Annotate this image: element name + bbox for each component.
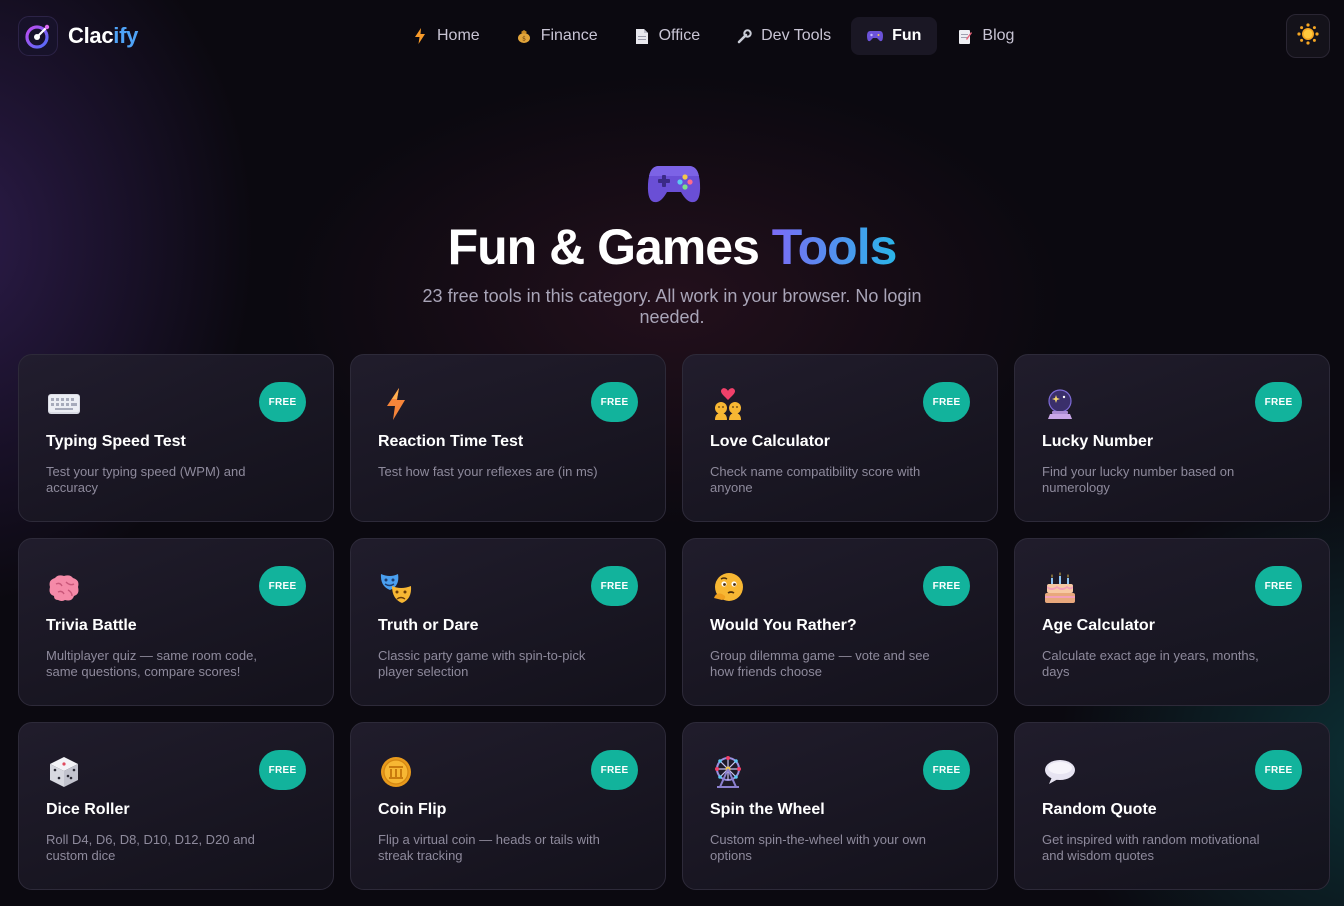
sun-icon: [1297, 22, 1319, 50]
free-badge: FREE: [923, 750, 970, 790]
coin-icon: [379, 755, 413, 789]
tool-card-would-you-rather[interactable]: FREE Would You Rather? Group dilemma gam…: [682, 538, 998, 706]
nav-label: Fun: [892, 27, 922, 44]
speech-bubble-icon: [1043, 755, 1077, 789]
tool-card-random-quote[interactable]: FREE Random Quote Get inspired with rand…: [1014, 722, 1330, 890]
tool-card-spin-the-wheel[interactable]: FREE Spin the Wheel Custom spin-the-whee…: [682, 722, 998, 890]
logo-icon: [18, 16, 58, 56]
dice-icon: [47, 755, 81, 789]
nav-label: Finance: [540, 27, 598, 44]
brand-logo[interactable]: Clacify: [18, 16, 138, 56]
free-badge: FREE: [591, 382, 638, 422]
free-badge: FREE: [591, 750, 638, 790]
tool-card-coin-flip[interactable]: FREE Coin Flip Flip a virtual coin — hea…: [350, 722, 666, 890]
free-badge: FREE: [259, 750, 306, 790]
free-badge: FREE: [1255, 382, 1302, 422]
nav-item-home[interactable]: Home: [396, 17, 496, 55]
tool-card-trivia-battle[interactable]: FREE Trivia Battle Multiplayer quiz — sa…: [18, 538, 334, 706]
tools-grid: FREE Typing Speed Test Test your typing …: [18, 354, 1330, 890]
keyboard-icon: [47, 387, 81, 421]
ferris-wheel-icon: [711, 755, 745, 789]
nav-item-office[interactable]: Office: [618, 17, 717, 55]
tool-card-love-calculator[interactable]: FREE Love Calculator Check name compatib…: [682, 354, 998, 522]
free-badge: FREE: [923, 382, 970, 422]
svg-text:$: $: [522, 36, 526, 43]
nav-links: Home $ Finance Office Dev Tools Fun Blog: [396, 17, 1030, 55]
tool-description: Group dilemma game — vote and see how fr…: [710, 648, 930, 679]
document-icon: [634, 28, 650, 44]
tool-description: Test how fast your reflexes are (in ms): [378, 464, 598, 479]
free-badge: FREE: [591, 566, 638, 606]
nav-label: Blog: [982, 27, 1015, 44]
tool-title: Coin Flip: [378, 801, 447, 818]
tool-title: Typing Speed Test: [46, 433, 186, 450]
tool-card-dice-roller[interactable]: FREE Dice Roller Roll D4, D6, D8, D10, D…: [18, 722, 334, 890]
memo-icon: [957, 28, 973, 44]
tool-description: Flip a virtual coin — heads or tails wit…: [378, 832, 600, 863]
nav-item-dev-tools[interactable]: Dev Tools: [720, 17, 847, 55]
crystal-ball-icon: [1043, 387, 1077, 421]
lightning-icon: [379, 387, 413, 421]
tool-card-age-calculator[interactable]: FREE Age Calculator Calculate exact age …: [1014, 538, 1330, 706]
couple-heart-icon: [711, 387, 745, 421]
page-title: Fun & Games Tools: [447, 219, 898, 275]
tool-title: Reaction Time Test: [378, 433, 524, 450]
nav-item-blog[interactable]: Blog: [941, 17, 1030, 55]
tool-title: Would You Rather?: [710, 617, 857, 634]
tool-description: Classic party game with spin-to-pick pla…: [378, 648, 586, 679]
lightning-icon: [412, 28, 428, 44]
tool-description: Multiplayer quiz — same room code, same …: [46, 648, 257, 679]
gamepad-icon: [867, 28, 884, 44]
tool-card-truth-or-dare[interactable]: FREE Truth or Dare Classic party game wi…: [350, 538, 666, 706]
nav-item-fun[interactable]: Fun: [851, 17, 938, 55]
theme-toggle-button[interactable]: [1286, 14, 1330, 58]
money-bag-icon: $: [516, 28, 532, 44]
tool-description: Calculate exact age in years, months, da…: [1042, 648, 1259, 679]
thinking-face-icon: [711, 571, 745, 605]
brain-icon: [47, 571, 81, 605]
tool-title: Dice Roller: [46, 801, 130, 818]
free-badge: FREE: [1255, 566, 1302, 606]
tool-title: Random Quote: [1042, 801, 1157, 818]
tool-description: Custom spin-the-wheel with your own opti…: [710, 832, 927, 863]
tool-description: Check name compatibility score with anyo…: [710, 464, 921, 495]
gamepad-icon: [647, 162, 701, 206]
wrench-icon: [736, 28, 752, 44]
theater-masks-icon: [379, 571, 413, 605]
tool-title: Spin the Wheel: [710, 801, 825, 818]
tool-title: Trivia Battle: [46, 617, 137, 634]
tool-title: Age Calculator: [1042, 617, 1155, 634]
free-badge: FREE: [1255, 750, 1302, 790]
tool-title: Lucky Number: [1042, 433, 1154, 450]
tool-description: Find your lucky number based on numerolo…: [1042, 464, 1235, 495]
free-badge: FREE: [259, 566, 306, 606]
nav-label: Dev Tools: [761, 27, 832, 44]
nav-label: Home: [437, 27, 480, 44]
nav-item-finance[interactable]: $ Finance: [500, 17, 614, 55]
free-badge: FREE: [259, 382, 306, 422]
tool-title: Love Calculator: [710, 433, 831, 450]
tool-card-reaction-time-test[interactable]: FREE Reaction Time Test Test how fast yo…: [350, 354, 666, 522]
birthday-cake-icon: [1043, 571, 1077, 605]
tool-card-typing-speed-test[interactable]: FREE Typing Speed Test Test your typing …: [18, 354, 334, 522]
brand-name: Clacify: [68, 23, 139, 48]
tool-title: Truth or Dare: [378, 617, 479, 634]
nav-label: Office: [658, 27, 701, 44]
tool-card-lucky-number[interactable]: FREE Lucky Number Find your lucky number…: [1014, 354, 1330, 522]
top-navbar: Clacify Home $ Finance Office Dev Tools …: [0, 0, 1344, 74]
page-subtitle: 23 free tools in this category. All work…: [422, 286, 922, 327]
tool-description: Test your typing speed (WPM) and accurac…: [46, 464, 246, 495]
free-badge: FREE: [923, 566, 970, 606]
tool-description: Roll D4, D6, D8, D10, D12, D20 and custo…: [46, 832, 255, 863]
tool-description: Get inspired with random motivational an…: [1042, 832, 1260, 863]
